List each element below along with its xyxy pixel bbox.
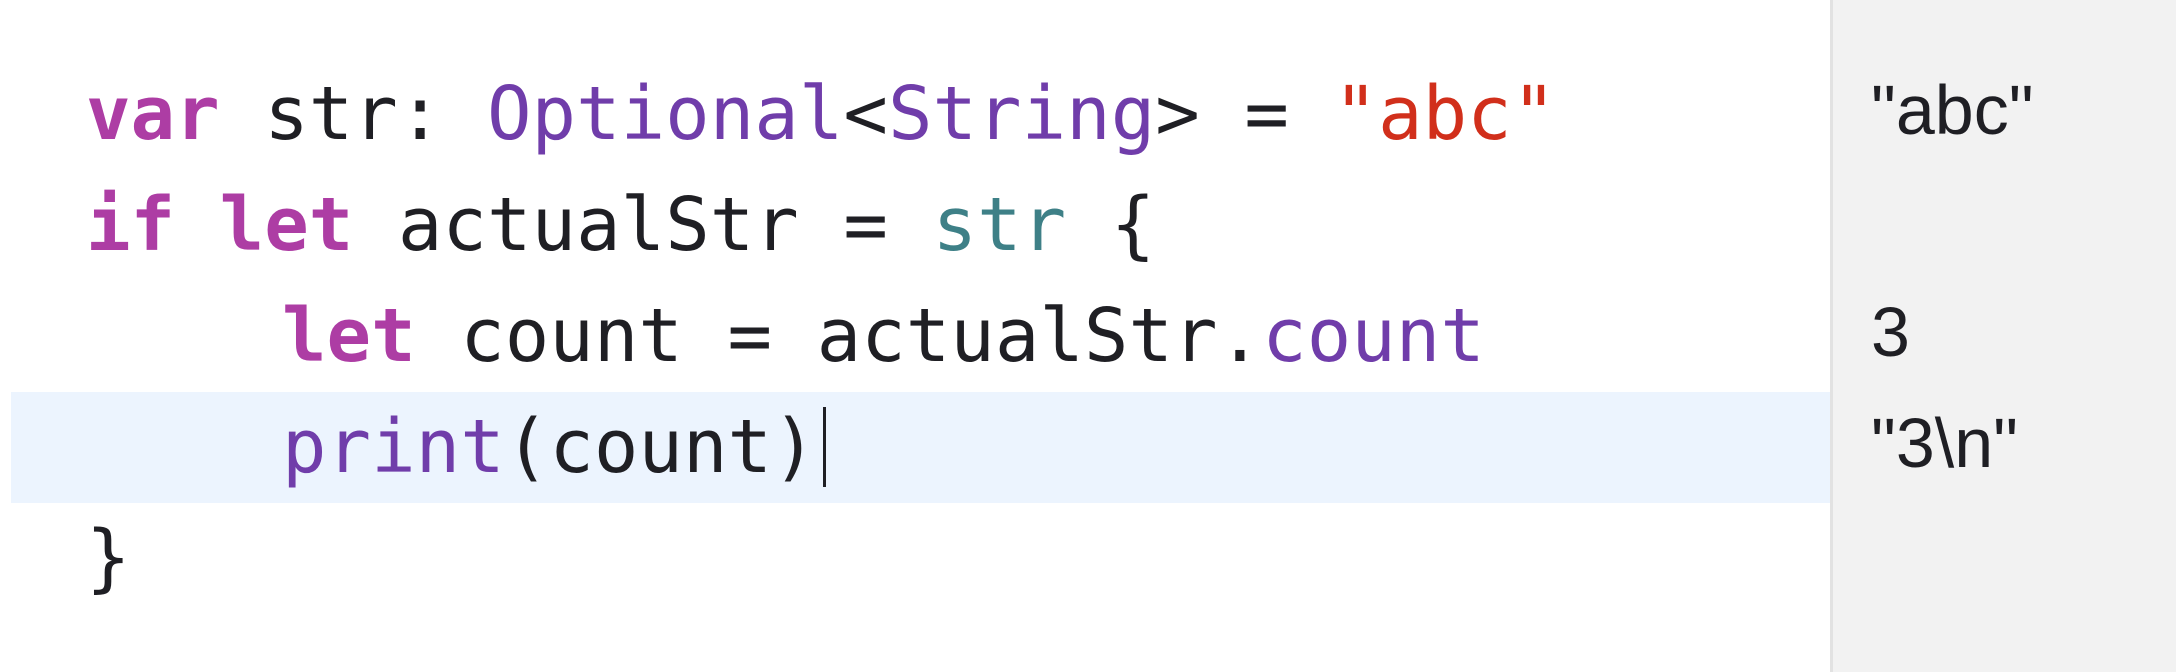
- angle-open: <: [843, 71, 888, 157]
- code-line-1[interactable]: var str: Optional<String> = "abc": [0, 59, 1830, 170]
- assignment-text: > =: [1155, 71, 1334, 157]
- result-line-4[interactable]: "3\n": [1871, 388, 2018, 499]
- local-variable-str: str: [932, 182, 1067, 268]
- result-line-1[interactable]: "abc": [1871, 55, 2034, 166]
- identifier-text: count = actualStr.: [415, 293, 1263, 379]
- code-line-3[interactable]: let count = actualStr.count: [0, 281, 1830, 392]
- code-line-4-current[interactable]: print(count): [11, 392, 1830, 503]
- code-line-5[interactable]: }: [0, 503, 1830, 614]
- code-line-2[interactable]: if let actualStr = str {: [0, 170, 1830, 281]
- keyword-let: let: [219, 182, 354, 268]
- keyword-let: let: [282, 293, 416, 379]
- result-line-3[interactable]: 3: [1871, 277, 1910, 388]
- member-count: count: [1262, 293, 1485, 379]
- keyword-var: var: [86, 71, 220, 157]
- type-string: String: [887, 71, 1156, 157]
- keyword-if: if: [86, 182, 176, 268]
- playground-window: var str: Optional<String> = "abc" if let…: [0, 0, 2176, 672]
- call-arguments: (count): [504, 404, 817, 490]
- results-sidebar: "abc" 3 "3\n": [1830, 0, 2176, 672]
- identifier-text: actualStr =: [353, 182, 933, 268]
- string-literal: "abc": [1333, 71, 1557, 157]
- identifier-text: str:: [219, 71, 487, 157]
- function-print: print: [282, 404, 505, 490]
- type-optional: Optional: [486, 71, 844, 157]
- code-editor[interactable]: var str: Optional<String> = "abc" if let…: [0, 0, 1830, 672]
- text-cursor: [822, 407, 826, 488]
- open-brace: {: [1066, 182, 1156, 268]
- close-brace: }: [86, 515, 131, 601]
